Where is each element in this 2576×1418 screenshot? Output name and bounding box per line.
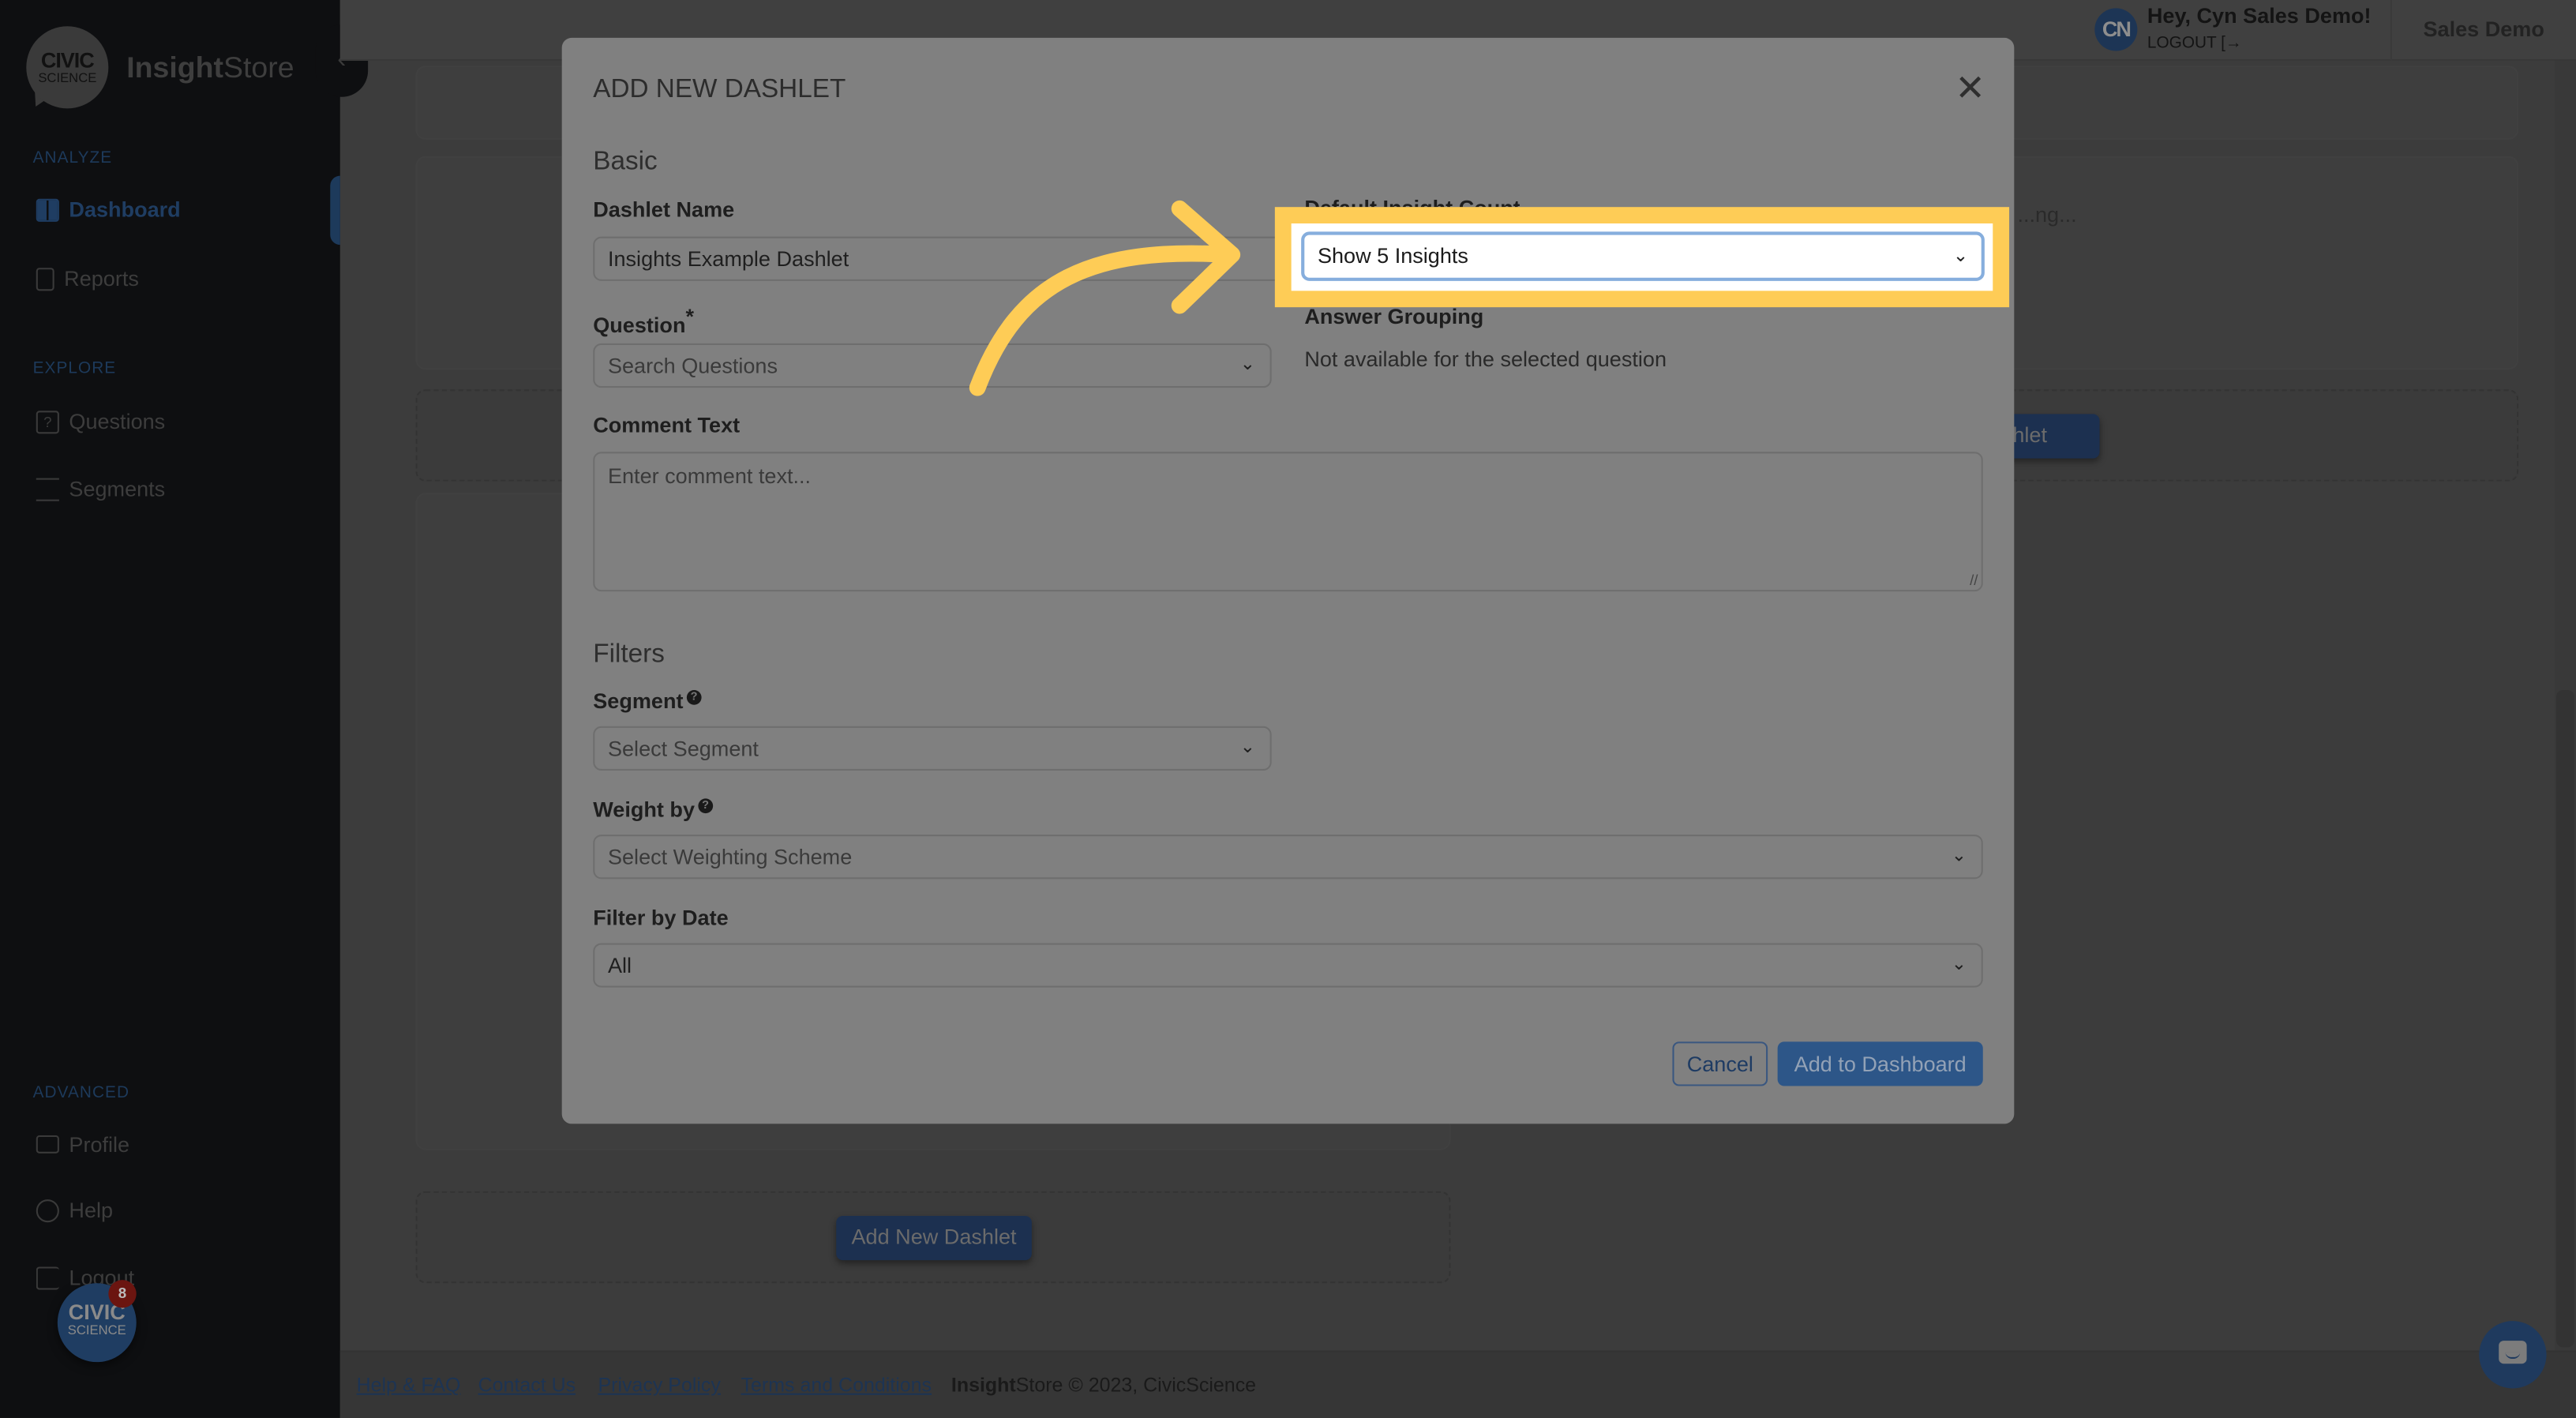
brand-name: InsightStore (126, 51, 294, 86)
weighting-placeholder: Select Weighting Scheme (607, 844, 853, 869)
weight-by-label: Weight by? (593, 797, 713, 822)
add-to-dashboard-button[interactable]: Add to Dashboard (1777, 1041, 1983, 1086)
sidebar-item-label: Questions (69, 409, 166, 434)
close-icon[interactable]: ✕ (1955, 69, 1985, 107)
chevron-down-icon: ⌄ (1951, 846, 1967, 866)
cancel-button[interactable]: Cancel (1672, 1041, 1768, 1086)
question-label: Question* (593, 304, 694, 337)
launcher-line-2: SCIENCE (67, 1322, 126, 1337)
user-greeting: Hey, Cyn Sales Demo! (2147, 3, 2372, 28)
notification-badge: 8 (108, 1280, 137, 1308)
footer-link-terms[interactable]: Terms and Conditions (741, 1374, 932, 1397)
loading-text: ...ng... (2017, 201, 2077, 227)
default-insight-count-label: Default Insight Count (1304, 196, 1520, 208)
sidebar-item-dashboard[interactable]: Dashboard (36, 197, 181, 222)
logo-line-1: CIVIC (40, 47, 95, 73)
chat-launcher-button[interactable] (2479, 1321, 2547, 1389)
basic-heading: Basic (593, 148, 658, 176)
answer-grouping-note: Not available for the selected question (1304, 347, 1667, 372)
lifebuoy-icon (36, 1199, 59, 1222)
app-root: CIVIC SCIENCE InsightStore ANALYZE Dashb… (0, 0, 2576, 1418)
section-label-explore: EXPLORE (32, 359, 117, 378)
sidebar-item-questions[interactable]: ? Questions (36, 409, 165, 433)
sidebar: CIVIC SCIENCE InsightStore ANALYZE Dashb… (0, 0, 340, 1418)
segment-select[interactable]: Select Segment ⌄ (593, 726, 1272, 771)
question-icon: ? (36, 410, 59, 433)
chevron-down-icon: ⌄ (1239, 354, 1255, 375)
footer-link-contact-us[interactable]: Contact Us (478, 1374, 576, 1397)
weight-by-label-text: Weight by (593, 797, 696, 822)
logout-label: LOGOUT (2147, 34, 2217, 53)
dashboard-icon (36, 197, 59, 221)
segments-icon (36, 477, 59, 501)
chevron-down-icon: ⌄ (1951, 955, 1967, 975)
filters-heading: Filters (593, 640, 665, 669)
segment-label-text: Segment (593, 688, 684, 714)
dashlet-name-label: Dashlet Name (593, 197, 735, 222)
sidebar-item-help[interactable]: Help (36, 1198, 113, 1222)
filter-by-date-label: Filter by Date (593, 905, 729, 930)
comment-text-label: Comment Text (593, 412, 741, 437)
logout-icon (36, 1266, 59, 1289)
sidebar-item-profile[interactable]: Profile (36, 1132, 129, 1157)
profile-card-icon (36, 1135, 59, 1154)
sidebar-item-reports[interactable]: Reports (36, 266, 139, 291)
brand-bold: Insight (126, 51, 224, 84)
chevron-down-icon: ⌄ (1239, 737, 1255, 758)
required-mark: * (685, 303, 695, 329)
segment-placeholder: Select Segment (607, 736, 759, 761)
civic-science-logo[interactable]: CIVIC SCIENCE (26, 26, 109, 113)
sidebar-item-label: Dashboard (69, 197, 181, 222)
report-icon (36, 267, 54, 291)
chevron-down-icon: ⌄ (1952, 246, 1969, 267)
add-new-dashlet-button[interactable]: Add New Dashlet (836, 1215, 1032, 1261)
logout-icon: [→ (2221, 34, 2242, 53)
sidebar-item-segments[interactable]: Segments (36, 476, 165, 501)
brand-rest: Store (223, 51, 294, 84)
footer: Help & FAQ Contact Us Privacy Policy Ter… (339, 1350, 2576, 1418)
weighting-scheme-select[interactable]: Select Weighting Scheme ⌄ (593, 835, 1983, 880)
default-insight-count-value: Show 5 Insights (1317, 242, 1468, 268)
active-nav-indicator (330, 175, 340, 246)
sidebar-item-label: Segments (69, 476, 166, 501)
logo-line-2: SCIENCE (38, 70, 97, 86)
comment-textarea[interactable]: Enter comment text... // (593, 452, 1983, 592)
sidebar-item-label: Profile (69, 1131, 130, 1157)
answer-grouping-label: Answer Grouping (1304, 303, 1484, 329)
section-label-analyze: ANALYZE (32, 149, 113, 168)
dashlet-name-input[interactable]: Insights Example Dashlet (593, 236, 1303, 281)
comment-placeholder: Enter comment text... (607, 463, 812, 489)
resize-handle-icon[interactable]: // (1970, 572, 1978, 588)
question-search-select[interactable]: Search Questions ⌄ (593, 343, 1272, 388)
help-icon[interactable]: ? (698, 797, 713, 813)
question-label-text: Question (593, 313, 686, 338)
section-label-advanced: ADVANCED (32, 1084, 130, 1103)
copyright-bold: Insight (951, 1373, 1016, 1397)
sidebar-item-label: Help (69, 1198, 114, 1223)
scrollbar-thumb[interactable] (2556, 690, 2574, 1348)
default-insight-count-select[interactable]: Show 5 Insights ⌄ (1301, 231, 1985, 281)
add-dashlet-modal: ADD NEW DASHLET ✕ Basic Dashlet Name Ins… (561, 37, 2015, 1124)
footer-link-privacy-policy[interactable]: Privacy Policy (598, 1374, 720, 1397)
user-avatar[interactable]: CN (2094, 8, 2138, 51)
filter-by-date-value: All (607, 952, 632, 978)
help-icon[interactable]: ? (686, 689, 702, 705)
segment-label: Segment? (593, 688, 702, 714)
copyright-rest: Store © 2023, CivicScience (1015, 1373, 1257, 1397)
header-divider (2390, 0, 2392, 61)
sidebar-item-label: Reports (64, 266, 139, 291)
modal-title: ADD NEW DASHLET (593, 75, 846, 104)
question-placeholder: Search Questions (607, 353, 778, 378)
header-logout-link[interactable]: LOGOUT [→ (2147, 35, 2242, 53)
copyright: InsightStore © 2023, CivicScience (951, 1374, 1256, 1397)
footer-link-help-faq[interactable]: Help & FAQ (357, 1374, 461, 1397)
account-switcher[interactable]: Sales Demo (2423, 17, 2544, 41)
filter-by-date-select[interactable]: All ⌄ (593, 943, 1983, 988)
